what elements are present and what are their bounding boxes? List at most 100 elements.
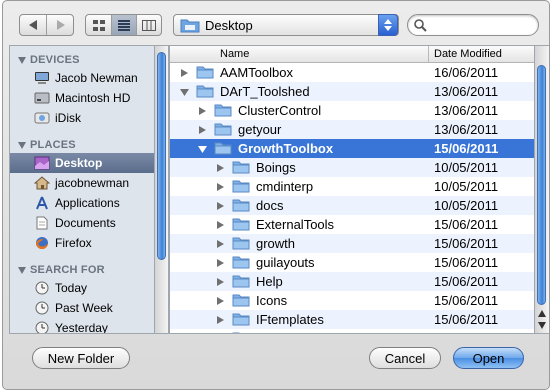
list-view-button[interactable] [111,15,136,35]
disclosure-closed-icon[interactable] [216,183,225,191]
disclosure-closed-icon[interactable] [198,107,207,115]
disclosure-closed-icon[interactable] [216,240,225,248]
list-header: Name Date Modified [170,46,534,63]
sidebar-item-yesterday[interactable]: Yesterday [10,318,154,333]
sidebar: DEVICES Jacob Newman Macintosh HD iDisk … [9,45,154,334]
file-date-modified: 15/06/2011 [434,293,499,308]
scroll-up-icon[interactable] [538,310,546,317]
file-row[interactable]: ExternalTools 15/06/2011 [170,215,534,234]
sidebar-scroll-thumb[interactable] [157,52,166,260]
search-input[interactable] [430,17,534,33]
file-name: Boings [256,160,296,175]
disclosure-open-icon[interactable] [180,88,189,96]
sidebar-scrollbar[interactable] [154,45,169,334]
sidebar-item-macintosh-hd[interactable]: Macintosh HD [10,88,154,108]
file-date-modified: 15/06/2011 [434,217,499,232]
disclosure-open-icon [18,56,26,64]
column-divider[interactable] [428,46,429,63]
disclosure-closed-icon[interactable] [216,164,225,172]
sidebar-item-today[interactable]: Today [10,278,154,298]
places-heading[interactable]: PLACES [10,137,76,153]
disclosure-closed-icon[interactable] [180,69,189,77]
icon-view-icon [92,19,105,31]
popup-arrows-icon [378,14,398,36]
disclosure-closed-icon[interactable] [216,278,225,286]
file-row[interactable]: guilayouts 15/06/2011 [170,253,534,272]
sidebar-item-jacob-newman[interactable]: Jacob Newman [10,68,154,88]
file-row[interactable]: growth 15/06/2011 [170,234,534,253]
file-row[interactable]: cmdinterp 10/05/2011 [170,177,534,196]
file-row[interactable]: Boings 10/05/2011 [170,158,534,177]
sidebar-item-desktop[interactable]: Desktop [10,153,154,173]
computer-icon [34,70,50,86]
name-column-header[interactable]: Name [220,48,249,60]
file-row[interactable]: AAMToolbox 16/06/2011 [170,63,534,82]
open-button[interactable]: Open [453,347,524,369]
clock-icon [34,280,50,296]
file-row[interactable] [170,329,534,333]
folder-icon [232,256,250,269]
search-field[interactable] [407,14,539,36]
back-button[interactable] [20,15,46,35]
sidebar-item-firefox[interactable]: Firefox [10,233,154,253]
file-name: AAMToolbox [220,65,293,80]
sidebar-item-idisk[interactable]: iDisk [10,108,154,128]
folder-icon [232,332,240,333]
disclosure-open-icon[interactable] [198,145,207,153]
disclosure-closed-icon[interactable] [198,126,207,134]
file-list-scroll-thumb[interactable] [537,65,546,305]
firefox-icon [34,235,50,251]
file-date-modified: 10/05/2011 [434,179,499,194]
disclosure-closed-icon[interactable] [216,297,225,305]
file-date-modified: 13/06/2011 [434,103,499,118]
file-list-scrollbar[interactable] [535,45,549,334]
file-date-modified: 15/06/2011 [434,255,499,270]
disclosure-closed-icon[interactable] [216,316,225,324]
file-row[interactable]: Icons 15/06/2011 [170,291,534,310]
sidebar-item-documents[interactable]: Documents [10,213,154,233]
file-row[interactable]: GrowthToolbox 15/06/2011 [170,139,534,158]
file-row[interactable]: IFtemplates 15/06/2011 [170,310,534,329]
disclosure-closed-icon[interactable] [216,259,225,267]
devices-heading[interactable]: DEVICES [10,52,80,68]
folder-icon [214,142,232,155]
scroll-down-icon[interactable] [538,322,546,329]
file-date-modified: 15/06/2011 [434,274,499,289]
file-date-modified: 10/05/2011 [434,198,499,213]
date-modified-column-header[interactable]: Date Modified [434,48,502,60]
file-name: cmdinterp [256,179,314,194]
folder-icon [196,66,214,79]
applications-icon [34,195,50,211]
folder-icon [196,85,214,98]
back-arrow-icon [28,20,37,30]
file-row[interactable]: DArT_Toolshed 13/06/2011 [170,82,534,101]
sidebar-item-applications[interactable]: Applications [10,193,154,213]
file-row[interactable]: Help 15/06/2011 [170,272,534,291]
new-folder-button[interactable]: New Folder [32,347,130,369]
file-date-modified: 16/06/2011 [434,65,499,80]
icon-view-button[interactable] [86,15,111,35]
file-name: ExternalTools [256,217,335,232]
file-date-modified: 15/06/2011 [434,236,499,251]
file-row[interactable]: ClusterControl 13/06/2011 [170,101,534,120]
file-name: GrowthToolbox [238,141,334,156]
view-mode-control [85,14,162,36]
folder-icon [232,237,250,250]
sidebar-item-jacobnewman[interactable]: jacobnewman [10,173,154,193]
file-name: IFtemplates [256,312,324,327]
forward-button[interactable] [46,15,73,35]
file-list: Name Date Modified AAMToolbox 16/06/2011 D… [169,45,535,334]
sidebar-item-past-week[interactable]: Past Week [10,298,154,318]
disclosure-closed-icon[interactable] [216,202,225,210]
folder-icon [214,104,232,117]
file-row[interactable]: getyour 13/06/2011 [170,120,534,139]
location-popup[interactable]: Desktop [173,14,399,36]
disclosure-closed-icon[interactable] [216,221,225,229]
open-file-dialog: Desktop DEVICES Jacob Newman Macintosh H… [2,0,550,390]
file-name: Icons [256,293,288,308]
column-view-button[interactable] [136,15,161,35]
file-row[interactable]: docs 10/05/2011 [170,196,534,215]
cancel-button[interactable]: Cancel [369,347,441,369]
folder-icon [232,161,250,174]
search-for-heading[interactable]: SEARCH FOR [10,262,105,278]
